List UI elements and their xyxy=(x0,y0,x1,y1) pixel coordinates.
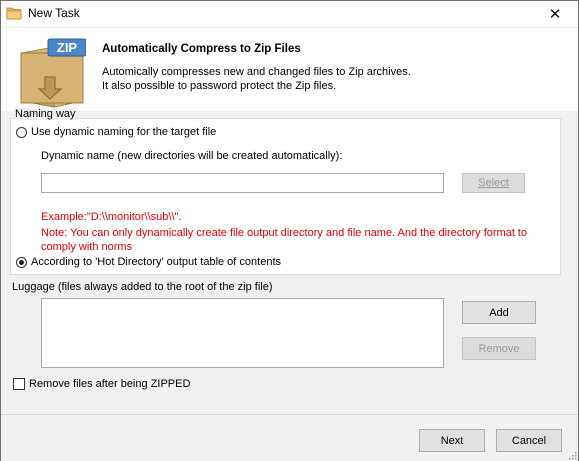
dynamic-naming-radio[interactable] xyxy=(16,127,27,138)
remove-button[interactable]: Remove xyxy=(462,337,536,360)
example-text: Example:"D:\\monitor\\sub\\". xyxy=(41,211,182,223)
cancel-button[interactable]: Cancel xyxy=(496,429,562,452)
dynamic-naming-label[interactable]: Use dynamic naming for the target file xyxy=(31,126,216,138)
header-title: Automatically Compress to Zip Files xyxy=(102,43,301,55)
header-description-line2: It also possible to password protect the… xyxy=(102,80,337,92)
zip-badge-text: ZIP xyxy=(57,40,78,55)
luggage-list[interactable] xyxy=(41,298,444,368)
resize-grip-icon[interactable] xyxy=(567,450,577,460)
dialog-footer: Next Cancel xyxy=(1,415,578,461)
window-title: New Task xyxy=(28,6,80,20)
folder-icon xyxy=(6,7,22,20)
select-button[interactable]: Select xyxy=(462,173,525,193)
zip-archive-icon: ZIP xyxy=(20,38,86,108)
hot-directory-label[interactable]: According to 'Hot Directory' output tabl… xyxy=(31,256,281,268)
remove-after-zip-checkbox[interactable] xyxy=(13,378,25,390)
hot-directory-radio[interactable] xyxy=(16,257,27,268)
dynamic-name-input[interactable] xyxy=(41,173,444,193)
close-icon: ✕ xyxy=(548,6,562,23)
next-button[interactable]: Next xyxy=(419,429,485,452)
naming-way-legend: Naming way xyxy=(14,108,77,120)
luggage-label: Luggage (files always added to the root … xyxy=(12,281,273,293)
add-button[interactable]: Add xyxy=(462,301,536,324)
note-text-line2: comply with norms xyxy=(41,241,133,253)
close-button[interactable]: ✕ xyxy=(532,1,578,27)
dynamic-name-label: Dynamic name (new directories will be cr… xyxy=(41,150,343,162)
header-description-line1: Automically compresses new and changed f… xyxy=(102,66,411,78)
new-task-dialog: New Task ✕ ZIP Automatically Compress to… xyxy=(0,0,579,461)
header-banner: ZIP Automatically Compress to Zip Files … xyxy=(1,28,578,111)
title-bar: New Task ✕ xyxy=(1,1,578,27)
note-text-line1: Note: You can only dynamically create fi… xyxy=(41,227,528,239)
remove-after-zip-label[interactable]: Remove files after being ZIPPED xyxy=(29,378,190,390)
